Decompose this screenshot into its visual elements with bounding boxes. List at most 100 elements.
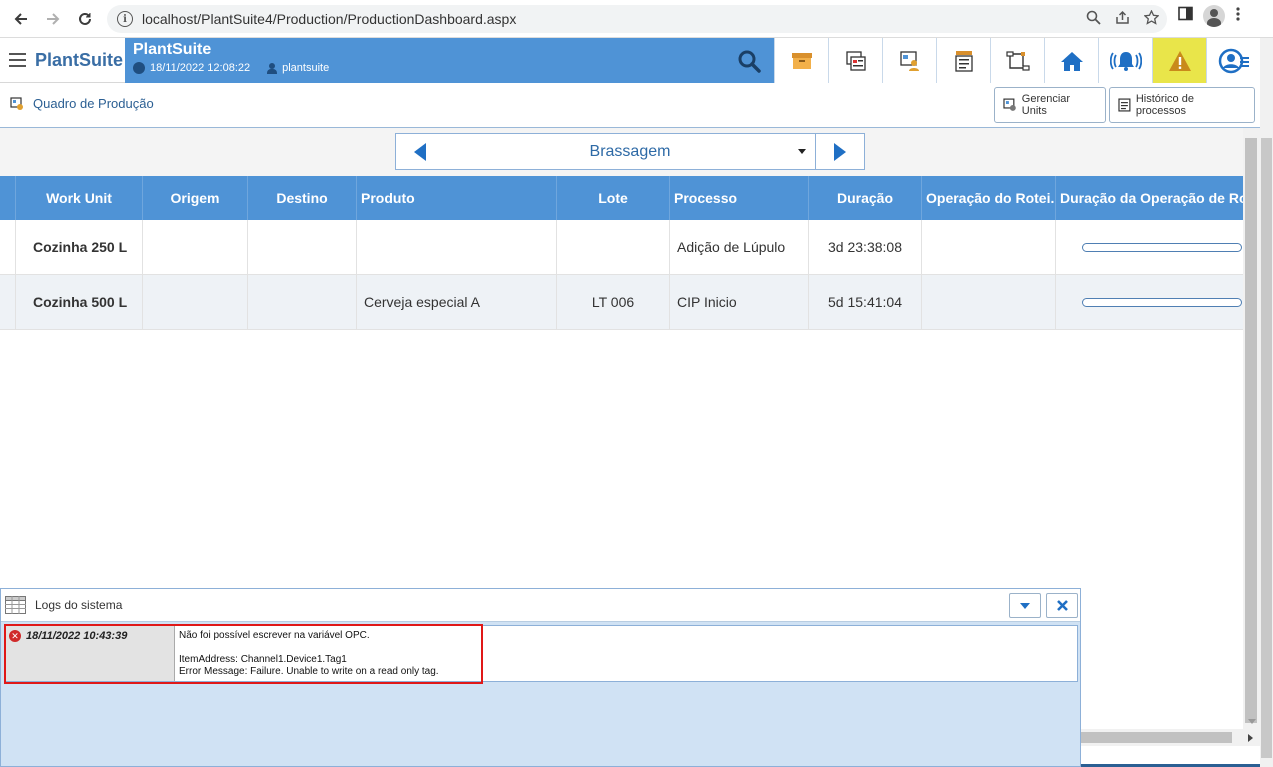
cell-operacao [922, 275, 1056, 329]
browser-toolbar: i localhost/PlantSuite4/Production/Produ… [0, 0, 1273, 38]
address-bar[interactable]: i localhost/PlantSuite4/Production/Produ… [107, 5, 1167, 33]
table-row[interactable]: Cozinha 500 L Cerveja especial A LT 006 … [0, 275, 1260, 330]
scrollbar-thumb[interactable] [1261, 138, 1272, 758]
brand-area: PlantSuite [0, 38, 125, 83]
scroll-down-arrow-icon[interactable] [1248, 719, 1256, 724]
cell-lote [557, 220, 670, 274]
back-arrow-icon[interactable] [5, 3, 37, 35]
cell-destino [248, 275, 357, 329]
bookmark-star-icon[interactable] [1143, 9, 1160, 29]
report-window-icon [845, 50, 866, 71]
forward-arrow-icon[interactable] [37, 3, 69, 35]
cell-processo: CIP Inicio [670, 275, 809, 329]
previous-area-button[interactable] [395, 133, 445, 170]
hamburger-menu-icon[interactable] [9, 53, 26, 67]
search-icon [738, 50, 761, 73]
collapse-logs-button[interactable] [1009, 593, 1041, 618]
document-list-icon [1118, 98, 1131, 112]
search-button[interactable] [726, 38, 772, 83]
manage-units-button[interactable]: Gerenciar Units [994, 87, 1106, 123]
col-header-lote[interactable]: Lote [557, 176, 670, 220]
route-flow-button[interactable] [990, 38, 1044, 83]
cell-duracao-operacao [1056, 220, 1243, 274]
reload-icon[interactable] [69, 3, 101, 35]
triangle-left-icon [414, 142, 426, 161]
process-history-label: Histórico de processos [1135, 93, 1194, 117]
dashboard-icon [10, 96, 23, 110]
profile-icon[interactable] [1203, 5, 1225, 27]
route-flow-icon [1005, 50, 1030, 71]
home-icon [1060, 51, 1083, 71]
col-header-duracao[interactable]: Duração [809, 176, 922, 220]
session-info: 18/11/2022 12:08:22 plantsuite [133, 62, 329, 74]
triangle-right-icon [834, 142, 846, 161]
cell-destino [248, 220, 357, 274]
col-header-origem[interactable]: Origem [143, 176, 248, 220]
grid-table-icon [5, 596, 26, 614]
log-timestamp-cell: ✕ 18/11/2022 10:43:39 [5, 626, 175, 681]
row-spacer [0, 275, 16, 329]
log-message-line: Não foi possível escrever na variável OP… [179, 630, 370, 641]
home-button[interactable] [1044, 38, 1098, 83]
next-area-button[interactable] [815, 133, 865, 170]
side-panel-icon[interactable] [1178, 6, 1193, 26]
share-icon[interactable] [1115, 10, 1130, 29]
recipe-list-button[interactable] [936, 38, 990, 83]
production-table: Work Unit Origem Destino Produto Lote Pr… [0, 176, 1260, 330]
col-header-destino[interactable]: Destino [248, 176, 357, 220]
col-header-produto[interactable]: Produto [357, 176, 557, 220]
close-logs-button[interactable] [1046, 593, 1078, 618]
process-history-button[interactable]: Histórico de processos [1109, 87, 1255, 123]
chevron-down-icon [1020, 602, 1030, 609]
log-message-spacer [179, 642, 439, 654]
app-header: PlantSuite PlantSuite 18/11/2022 12:08:2… [0, 38, 1260, 83]
page-vertical-scrollbar[interactable] [1260, 38, 1273, 767]
system-logs-panel: Logs do sistema ✕ 18/11/2022 10:43:39 Nã… [0, 588, 1081, 767]
page-title: Quadro de Produção [10, 96, 154, 111]
browser-menu-icon[interactable] [1235, 6, 1241, 27]
user-icon [267, 62, 278, 74]
log-message: Não foi possível escrever na variável OP… [175, 626, 439, 681]
archive-box-button[interactable] [774, 38, 828, 83]
col-header-duracao-operacao[interactable]: Duração da Operação de Roteiro [1056, 176, 1243, 220]
cell-work-unit: Cozinha 250 L [16, 220, 143, 274]
row-spacer [0, 220, 16, 274]
warning-button[interactable] [1152, 38, 1206, 83]
zoom-icon[interactable] [1086, 10, 1101, 29]
page-subheader: Quadro de Produção Gerenciar Units Histó… [0, 83, 1260, 128]
alarm-bell-button[interactable] [1098, 38, 1152, 83]
scrollbar-thumb[interactable] [1080, 732, 1232, 743]
table-row[interactable]: Cozinha 250 L Adição de Lúpulo 3d 23:38:… [0, 220, 1260, 275]
warning-icon [1168, 50, 1191, 71]
user-report-icon [899, 50, 919, 71]
user-report-button[interactable] [882, 38, 936, 83]
user-menu-button[interactable] [1206, 38, 1260, 83]
manage-units-label: Gerenciar Units [1021, 93, 1071, 117]
content-vertical-scrollbar[interactable] [1243, 128, 1260, 732]
user-menu-icon [1218, 48, 1249, 73]
scrollbar-thumb[interactable] [1245, 138, 1257, 723]
error-icon: ✕ [9, 630, 21, 642]
area-selector: Brassagem [0, 128, 1260, 176]
log-timestamp: 18/11/2022 10:43:39 [26, 630, 128, 642]
cell-lote: LT 006 [557, 275, 670, 329]
manage-units-icon [1003, 98, 1016, 111]
log-entry[interactable]: ✕ 18/11/2022 10:43:39 Não foi possível e… [4, 625, 1078, 682]
report-window-button[interactable] [828, 38, 882, 83]
table-header: Work Unit Origem Destino Produto Lote Pr… [0, 176, 1260, 220]
col-header-work-unit[interactable]: Work Unit [16, 176, 143, 220]
log-message-line: Error Message: Failure. Unable to write … [179, 666, 439, 677]
col-header-operacao[interactable]: Operação do Rotei... [922, 176, 1056, 220]
col-header-processo[interactable]: Processo [670, 176, 809, 220]
cell-produto: Cerveja especial A [357, 275, 557, 329]
site-info-icon[interactable]: i [117, 11, 133, 27]
app-title: PlantSuite [133, 41, 212, 58]
content-horizontal-scrollbar[interactable] [1080, 729, 1260, 746]
cell-produto [357, 220, 557, 274]
cell-operacao [922, 220, 1056, 274]
cell-origem [143, 275, 248, 329]
session-datetime: 18/11/2022 12:08:22 [150, 62, 251, 74]
cell-origem [143, 220, 248, 274]
scroll-right-arrow-icon[interactable] [1248, 734, 1253, 742]
area-dropdown[interactable]: Brassagem [444, 133, 816, 170]
